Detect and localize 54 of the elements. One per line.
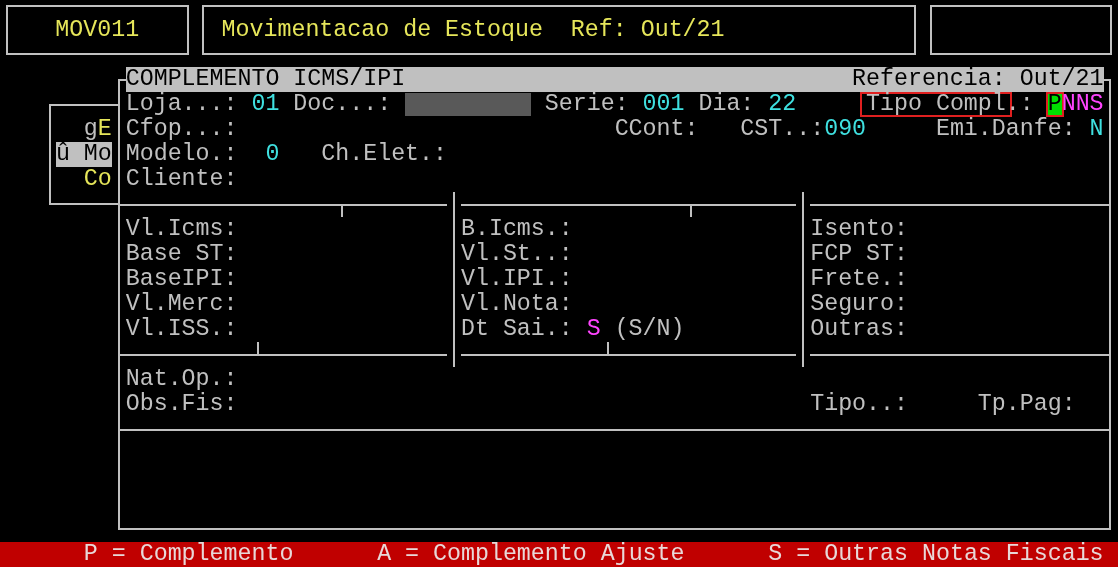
field-value: N xyxy=(1089,117,1104,142)
reference-label: Referencia: Out/21 xyxy=(852,67,1104,92)
field-label: Modelo.: xyxy=(125,142,238,167)
field-label: Emi.Danfe: xyxy=(935,117,1076,142)
field-label: Vl.Icms: xyxy=(125,217,238,242)
status-hint: S = Outras Notas Fiscais xyxy=(768,542,1104,567)
field-label: Ch.Elet.: xyxy=(321,142,448,167)
status-hint: A = Complemento Ajuste xyxy=(377,542,685,567)
program-code: MOV011 xyxy=(55,17,140,43)
menu-item[interactable]: Co xyxy=(83,167,112,192)
field-label: CCont: xyxy=(614,117,699,142)
field-label: Doc...: xyxy=(293,92,392,117)
field-value: 001 xyxy=(642,92,685,117)
field-label: Seguro: xyxy=(810,292,908,317)
field-value: S xyxy=(586,317,601,342)
field-label: Vl.IPI.: xyxy=(460,267,573,292)
field-label: Cliente: xyxy=(125,167,238,192)
hotkey-letter: E xyxy=(97,116,112,142)
field-label: Tipo..: xyxy=(810,392,908,417)
reference-label: Ref: Out/21 xyxy=(570,17,725,43)
field-label: CST..: xyxy=(740,117,825,142)
menu-item[interactable]: û Mo xyxy=(55,142,112,167)
menu-label: g xyxy=(83,116,98,142)
field-label: Dt Sai.: xyxy=(460,317,573,342)
field-label: Frete.: xyxy=(810,267,908,292)
field-value: 0 xyxy=(265,142,280,167)
field-label: BaseIPI: xyxy=(125,267,238,292)
field-hint: (S/N) xyxy=(614,317,685,342)
field-label: Outras: xyxy=(810,317,908,342)
field-label: Cfop...: xyxy=(125,117,238,142)
field-label: Vl.Merc: xyxy=(125,292,238,317)
field-label: Serie: xyxy=(544,92,629,117)
field-value: 22 xyxy=(768,92,797,117)
field-label: Tp.Pag: xyxy=(977,392,1076,417)
field-label: B.Icms.: xyxy=(460,217,573,242)
field-label: Tipo Compl xyxy=(860,92,1012,117)
field-label: Vl.St..: xyxy=(460,242,573,267)
status-hint: P = Complemento xyxy=(83,542,294,567)
field-value: 01 xyxy=(251,92,280,117)
field-label: Obs.Fis: xyxy=(125,392,238,417)
field-value: 090 xyxy=(824,117,867,142)
field-label: Nat.Op.: xyxy=(125,367,238,392)
field-label: Loja...: xyxy=(125,92,238,117)
option-letter[interactable]: N xyxy=(1075,92,1090,117)
field-label: Dia: xyxy=(698,92,755,117)
field-label: Vl.ISS.: xyxy=(125,317,238,342)
option-letter[interactable]: S xyxy=(1089,92,1104,117)
screen-title: Movimentacao de Estoque xyxy=(221,17,543,43)
field-label: Isento: xyxy=(810,217,908,242)
menu-item[interactable]: gE xyxy=(83,117,112,142)
field-label: FCP ST: xyxy=(810,242,908,267)
field-label: Base ST: xyxy=(125,242,238,267)
dialog-title: COMPLEMENTO ICMS/IPI xyxy=(125,67,406,92)
field-label: Vl.Nota: xyxy=(460,292,573,317)
